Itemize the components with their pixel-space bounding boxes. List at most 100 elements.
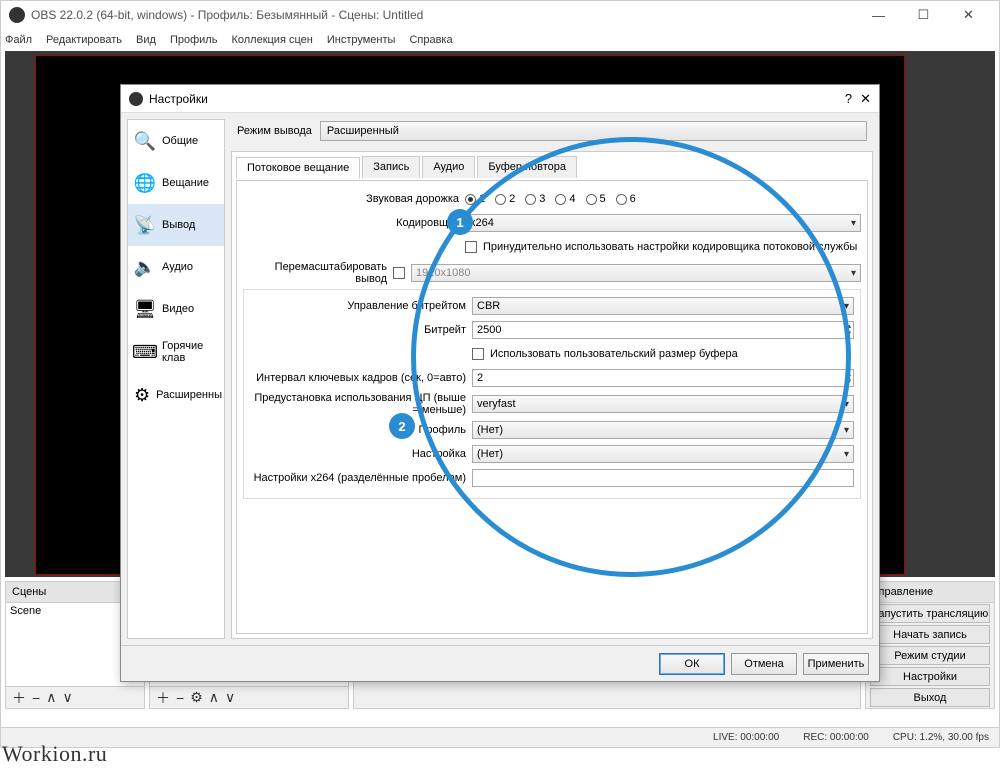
- menu-view[interactable]: Вид: [136, 34, 156, 46]
- output-mode-row: Режим вывода Расширенный: [231, 119, 873, 143]
- output-tabs: Потоковое вещание Запись Аудио Буфер пов…: [236, 156, 868, 178]
- gear-icon: ⚙: [134, 384, 150, 406]
- remove-scene-icon[interactable]: −: [32, 690, 40, 706]
- encoder-value: x264: [470, 217, 494, 229]
- cpu-preset-select[interactable]: veryfast: [472, 395, 854, 413]
- globe-icon: 🌐: [134, 172, 156, 194]
- cpu-preset-value: veryfast: [477, 398, 516, 410]
- minimize-button[interactable]: —: [856, 1, 901, 29]
- keyframe-spinner[interactable]: 2: [472, 369, 854, 387]
- apply-button[interactable]: Применить: [803, 653, 869, 675]
- keyboard-icon: ⌨: [134, 341, 156, 363]
- sidebar-item-general[interactable]: 🔍Общие: [128, 120, 224, 162]
- scene-up-icon[interactable]: ∧: [46, 689, 56, 706]
- start-streaming-button[interactable]: Запустить трансляцию: [870, 604, 990, 623]
- profile-select[interactable]: (Нет): [472, 421, 854, 439]
- audio-track-radios: 1 2 3 4 5 6: [465, 193, 861, 205]
- rate-control-select[interactable]: CBR: [472, 297, 854, 315]
- controls-header: Управление: [866, 582, 994, 603]
- settings-button[interactable]: Настройки: [870, 667, 990, 686]
- enforce-checkbox[interactable]: [465, 241, 477, 253]
- close-button[interactable]: ✕: [946, 1, 991, 29]
- ok-button[interactable]: ОК: [659, 653, 725, 675]
- window-controls: — ☐ ✕: [856, 1, 991, 29]
- audio-track-3[interactable]: 3: [525, 193, 545, 205]
- rate-control-label: Управление битрейтом: [250, 300, 472, 312]
- dialog-footer: ОК Отмена Применить: [121, 645, 879, 681]
- start-recording-button[interactable]: Начать запись: [870, 625, 990, 644]
- dialog-help-button[interactable]: ?: [845, 91, 852, 107]
- sidebar-item-hotkeys[interactable]: ⌨ Горячие клав: [128, 330, 224, 374]
- x264opts-label: Настройки x264 (разделённые пробелом): [250, 472, 472, 484]
- dialog-titlebar: Настройки ? ✕: [121, 85, 879, 113]
- audio-track-4[interactable]: 4: [555, 193, 575, 205]
- menu-scene-collection[interactable]: Коллекция сцен: [231, 34, 312, 46]
- add-source-icon[interactable]: ＋: [156, 688, 170, 708]
- sidebar-item-stream[interactable]: 🌐 Вещание: [128, 162, 224, 204]
- rescale-value: 1920x1080: [416, 267, 470, 279]
- scene-down-icon[interactable]: ∨: [62, 689, 72, 706]
- tune-value: (Нет): [477, 448, 503, 460]
- exit-button[interactable]: Выход: [870, 688, 990, 707]
- dialog-close-button[interactable]: ✕: [860, 91, 871, 107]
- menu-edit[interactable]: Редактировать: [46, 34, 122, 46]
- audio-track-1[interactable]: 1: [465, 193, 485, 205]
- statusbar: LIVE: 00:00:00 REC: 00:00:00 CPU: 1.2%, …: [1, 727, 999, 747]
- source-settings-icon[interactable]: ⚙: [190, 689, 203, 706]
- output-mode-value: Расширенный: [327, 125, 399, 137]
- bitrate-value: 2500: [477, 324, 501, 336]
- dialog-app-icon: [129, 92, 143, 106]
- cancel-button[interactable]: Отмена: [731, 653, 797, 675]
- rescale-select[interactable]: 1920x1080: [411, 264, 861, 282]
- keyframe-label: Интервал ключевых кадров (сек, 0=авто): [250, 372, 472, 384]
- tab-replay-buffer[interactable]: Буфер повтора: [477, 156, 577, 178]
- menu-tools[interactable]: Инструменты: [327, 34, 396, 46]
- audio-track-5[interactable]: 5: [586, 193, 606, 205]
- output-mode-select[interactable]: Расширенный: [320, 121, 867, 141]
- menu-profile[interactable]: Профиль: [170, 34, 218, 46]
- source-up-icon[interactable]: ∧: [209, 689, 219, 706]
- add-scene-icon[interactable]: ＋: [12, 688, 26, 708]
- monitor-icon: 🖥: [134, 298, 156, 320]
- magnifier-icon: 🔍: [134, 130, 156, 152]
- sidebar-label-audio: Аудио: [162, 261, 193, 273]
- dialog-main: Режим вывода Расширенный Потоковое вещан…: [231, 119, 873, 639]
- speaker-icon: 🔈: [134, 256, 156, 278]
- profile-value: (Нет): [477, 424, 503, 436]
- output-mode-label: Режим вывода: [237, 125, 312, 137]
- source-down-icon[interactable]: ∨: [225, 689, 235, 706]
- dialog-title: Настройки: [149, 92, 845, 106]
- sidebar-label-output: Вывод: [162, 219, 195, 231]
- bitrate-spinner[interactable]: 2500: [472, 321, 854, 339]
- status-cpu: CPU: 1.2%, 30.00 fps: [893, 732, 989, 743]
- watermark-text: Workion.ru: [2, 741, 107, 767]
- rescale-checkbox[interactable]: [393, 267, 405, 279]
- streaming-tab-content: Звуковая дорожка 1 2 3 4 5 6 Кодировщик …: [236, 180, 868, 634]
- tab-streaming[interactable]: Потоковое вещание: [236, 157, 360, 179]
- encoder-settings-block: Управление битрейтом CBR Битрейт 2500 Ис…: [243, 289, 861, 499]
- audio-track-6[interactable]: 6: [616, 193, 636, 205]
- sidebar-label-stream: Вещание: [162, 177, 209, 189]
- sidebar-item-advanced[interactable]: ⚙Расширенны: [128, 374, 224, 416]
- rescale-label: Перемасштабировать вывод: [243, 261, 393, 285]
- maximize-button[interactable]: ☐: [901, 1, 946, 29]
- studio-mode-button[interactable]: Режим студии: [870, 646, 990, 665]
- tab-recording[interactable]: Запись: [362, 156, 420, 178]
- output-tab-area: Потоковое вещание Запись Аудио Буфер пов…: [231, 151, 873, 639]
- menu-file[interactable]: Файл: [5, 34, 32, 46]
- sidebar-item-video[interactable]: 🖥Видео: [128, 288, 224, 330]
- tune-select[interactable]: (Нет): [472, 445, 854, 463]
- sidebar-label-hotkeys: Горячие клав: [162, 340, 218, 364]
- remove-source-icon[interactable]: −: [176, 690, 184, 706]
- dialog-body: 🔍Общие 🌐 Вещание 📡Вывод 🔈 Аудио 🖥Видео ⌨ Го…: [121, 113, 879, 645]
- profile-label: Профиль: [250, 424, 472, 436]
- tab-audio[interactable]: Аудио: [422, 156, 475, 178]
- custom-buffer-checkbox[interactable]: [472, 348, 484, 360]
- main-titlebar: OBS 22.0.2 (64-bit, windows) - Профиль: …: [1, 1, 999, 29]
- audio-track-2[interactable]: 2: [495, 193, 515, 205]
- sidebar-item-output[interactable]: 📡Вывод: [128, 204, 224, 246]
- encoder-select[interactable]: x264: [465, 214, 861, 232]
- menu-help[interactable]: Справка: [409, 34, 452, 46]
- sidebar-item-audio[interactable]: 🔈 Аудио: [128, 246, 224, 288]
- x264opts-input[interactable]: [472, 469, 854, 487]
